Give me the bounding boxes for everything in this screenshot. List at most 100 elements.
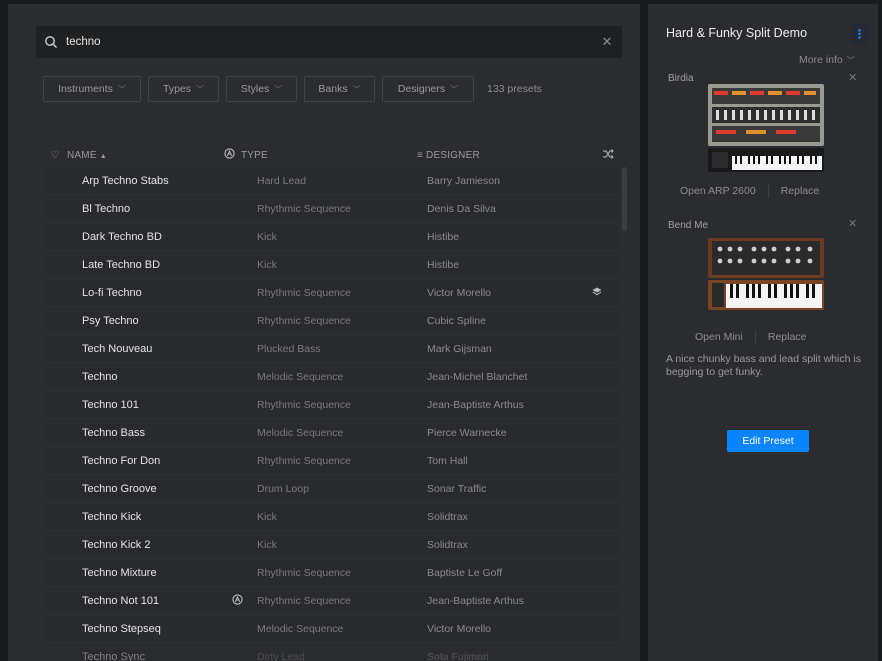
- preset-type: Kick: [257, 538, 277, 551]
- table-row[interactable]: Techno Melodic Sequence Jean-Michel Blanch…: [43, 363, 618, 391]
- replace-button[interactable]: Replace: [768, 331, 807, 343]
- open-instrument-button[interactable]: Open ARP 2600: [680, 185, 756, 197]
- preset-browser: techno ✕ Instruments ﹀ Types ﹀ Styles ﹀ Ban…: [8, 4, 640, 661]
- filter-types-button[interactable]: Types ﹀: [148, 76, 219, 102]
- minimoog-image: [708, 238, 824, 310]
- preset-name: Techno Stepseq: [82, 622, 161, 635]
- table-row[interactable]: Lo-fi Techno Rhythmic Sequence Victor More…: [43, 279, 618, 307]
- preset-designer: Sota Fujimori: [427, 650, 489, 661]
- preset-designer: Baptiste Le Goff: [427, 566, 503, 579]
- preset-type: Plucked Bass: [257, 342, 321, 355]
- table-row[interactable]: Arp Techno Stabs Hard Lead Barry Jamieson: [43, 167, 618, 195]
- column-name-label: NAME: [67, 149, 97, 161]
- table-row[interactable]: Techno For Don Rhythmic Sequence Tom Hall: [43, 447, 618, 475]
- kebab-menu-icon[interactable]: ⋮: [851, 24, 868, 44]
- table-row[interactable]: Tech Nouveau Plucked Bass Mark Gijsman: [43, 335, 618, 363]
- arp-2600-image: [708, 84, 824, 172]
- filter-banks-button[interactable]: Banks ﹀: [304, 76, 375, 102]
- edit-preset-button[interactable]: Edit Preset: [727, 430, 809, 452]
- filter-instruments-button[interactable]: Instruments ﹀: [43, 76, 141, 102]
- filter-label: Instruments: [58, 83, 113, 95]
- preset-name: Bl Techno: [82, 202, 131, 215]
- preset-name: Techno Mixture: [82, 566, 157, 579]
- preset-designer: Cubic Spline: [427, 314, 486, 327]
- column-name-header[interactable]: NAME ▲: [67, 150, 217, 161]
- preset-type: Hard Lead: [257, 174, 307, 187]
- filter-label: Types: [162, 83, 191, 95]
- preset-title: Hard & Funky Split Demo: [666, 26, 808, 40]
- close-icon[interactable]: ✕: [848, 71, 857, 84]
- preset-name: Lo-fi Techno: [82, 286, 142, 299]
- column-designer-header[interactable]: ≡ DESIGNER: [417, 150, 597, 161]
- list-icon: ≡: [417, 149, 424, 161]
- close-icon[interactable]: ✕: [848, 217, 857, 230]
- search-input[interactable]: techno: [66, 36, 592, 48]
- heart-icon[interactable]: ♡: [43, 150, 67, 161]
- column-designer-label: DESIGNER: [426, 149, 480, 161]
- preset-type: Rhythmic Sequence: [257, 314, 351, 327]
- preset-type: Melodic Sequence: [257, 426, 344, 439]
- chevron-down-icon: ﹀: [846, 56, 855, 65]
- table-row[interactable]: Techno Groove Drum Loop Sonar Traffic: [43, 475, 618, 503]
- preset-list: Arp Techno Stabs Hard Lead Barry Jamieson …: [43, 167, 618, 661]
- table-row[interactable]: Techno Bass Melodic Sequence Pierce Warnec…: [43, 419, 618, 447]
- replace-button[interactable]: Replace: [781, 185, 820, 197]
- chevron-down-icon: ﹀: [352, 84, 361, 94]
- table-header: ♡ NAME ▲ TYPE ≡ DESIGNER: [43, 145, 618, 165]
- table-row[interactable]: Late Techno BD Kick Histibe: [43, 251, 618, 279]
- preset-designer: Histibe: [427, 230, 460, 243]
- preset-description: A nice chunky bass and lead split which …: [666, 353, 861, 378]
- arturia-logo-icon: [217, 593, 257, 608]
- filter-designers-button[interactable]: Designers ﹀: [382, 76, 474, 102]
- arturia-logo-icon[interactable]: [217, 148, 241, 162]
- preset-name: Psy Techno: [82, 314, 139, 327]
- preset-type: Rhythmic Sequence: [257, 398, 351, 411]
- preset-type: Dirty Lead: [257, 650, 305, 661]
- search-bar[interactable]: techno ✕: [36, 26, 622, 58]
- table-row[interactable]: Dark Techno BD Kick Histibe: [43, 223, 618, 251]
- table-row[interactable]: Techno Not 101 Rhythmic Sequence Jean-Bap…: [43, 587, 618, 615]
- filter-styles-button[interactable]: Styles ﹀: [226, 76, 297, 102]
- table-row[interactable]: Bl Techno Rhythmic Sequence Denis Da Silva: [43, 195, 618, 223]
- table-row[interactable]: Techno 101 Rhythmic Sequence Jean-Baptiste…: [43, 391, 618, 419]
- preset-type: Kick: [257, 230, 277, 243]
- column-type-header[interactable]: TYPE: [241, 150, 417, 161]
- open-instrument-button[interactable]: Open Mini: [695, 331, 743, 343]
- preset-name: Techno Kick 2: [82, 538, 151, 551]
- preset-name: Techno 101: [82, 398, 139, 411]
- layers-icon: [577, 287, 617, 299]
- scrollbar-thumb[interactable]: [622, 167, 627, 231]
- table-row[interactable]: Techno Sync Dirty Lead Sota Fujimori: [43, 643, 618, 661]
- preset-name: Late Techno BD: [82, 258, 161, 271]
- preset-name: Techno Bass: [82, 426, 145, 439]
- preset-name: Techno: [82, 370, 118, 383]
- preset-name: Techno Kick: [82, 510, 142, 523]
- preset-designer: Jean-Michel Blanchet: [427, 370, 528, 383]
- more-info-label: More info: [799, 54, 843, 66]
- table-row[interactable]: Psy Techno Rhythmic Sequence Cubic Spline: [43, 307, 618, 335]
- instrument-part-label: Birdia: [668, 73, 694, 84]
- preset-designer: Victor Morello: [427, 286, 491, 299]
- preset-type: Melodic Sequence: [257, 370, 344, 383]
- preset-type: Rhythmic Sequence: [257, 202, 351, 215]
- preset-designer: Solidtrax: [427, 510, 468, 523]
- chevron-down-icon: ﹀: [196, 84, 204, 94]
- shuffle-icon[interactable]: [597, 148, 618, 162]
- preset-designer: Barry Jamieson: [427, 174, 500, 187]
- table-row[interactable]: Techno Mixture Rhythmic Sequence Baptiste …: [43, 559, 618, 587]
- preset-name: Techno Sync: [82, 650, 145, 661]
- preset-name: Techno Groove: [82, 482, 157, 495]
- table-row[interactable]: Techno Kick 2 Kick Solidtrax: [43, 531, 618, 559]
- preset-designer: Solidtrax: [427, 538, 468, 551]
- close-icon[interactable]: ✕: [592, 34, 622, 50]
- preset-type: Drum Loop: [257, 482, 309, 495]
- table-row[interactable]: Techno Stepseq Melodic Sequence Victor Mor…: [43, 615, 618, 643]
- preset-designer: Jean-Baptiste Arthus: [427, 398, 524, 411]
- chevron-down-icon: ﹀: [450, 84, 459, 94]
- preset-detail-panel: Hard & Funky Split Demo ⋮ More info ﹀ Bir…: [648, 4, 878, 661]
- more-info-button[interactable]: More info ﹀: [799, 54, 855, 66]
- filter-label: Styles: [240, 83, 270, 95]
- preset-designer: Histibe: [427, 258, 460, 271]
- filter-label: Designers: [397, 83, 446, 95]
- table-row[interactable]: Techno Kick Kick Solidtrax: [43, 503, 618, 531]
